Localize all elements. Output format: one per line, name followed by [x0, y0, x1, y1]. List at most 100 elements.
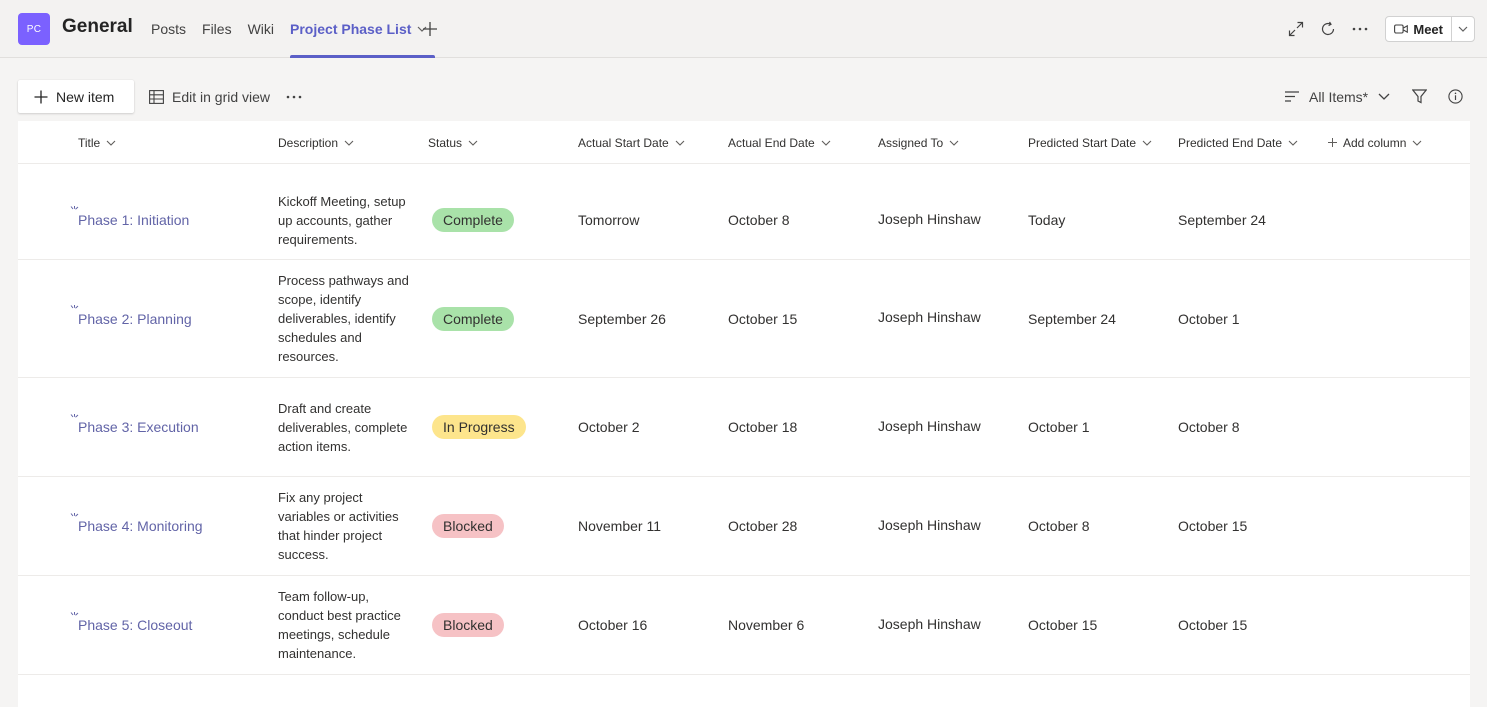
chevron-down-icon: [675, 140, 685, 146]
column-header-actual-end-date[interactable]: Actual End Date: [728, 121, 831, 164]
status-cell: Complete: [432, 260, 514, 377]
tab-label: Project Phase List: [290, 21, 412, 37]
team-avatar[interactable]: PC: [18, 13, 50, 45]
chevron-down-icon: [344, 140, 354, 146]
status-badge: Complete: [432, 208, 514, 232]
tab-project-phase-list[interactable]: Project Phase List: [282, 0, 436, 58]
table-row[interactable]: Phase 4: Monitoring Fix any project vari…: [18, 477, 1470, 576]
column-header-label: Predicted Start Date: [1028, 135, 1137, 150]
actual-end-date: November 6: [728, 617, 805, 633]
chevron-down-icon: [821, 140, 831, 146]
tab-label: Wiki: [247, 21, 275, 37]
item-description: Kickoff Meeting, setup up accounts, gath…: [278, 193, 406, 247]
chevron-down-icon: [949, 140, 959, 146]
predicted-end-date: October 1: [1178, 310, 1240, 327]
view-switcher[interactable]: All Items*: [1285, 80, 1390, 113]
item-description: Draft and create deliverables, complete …: [278, 400, 408, 454]
predicted-end-date: September 24: [1178, 212, 1266, 228]
channel-name: General: [62, 16, 133, 37]
column-header-label: Actual End Date: [728, 135, 815, 150]
actual-end-date: October 18: [728, 419, 798, 435]
item-description: Team follow-up, conduct best practice me…: [278, 589, 401, 661]
actual-start-date: Tomorrow: [578, 212, 640, 228]
tab-label: Files: [202, 21, 232, 37]
ellipsis-icon: [1353, 27, 1368, 31]
channel-tabs: Posts Files Wiki Project Phase List: [143, 0, 436, 58]
predicted-start-date: Today: [1028, 212, 1066, 228]
column-header-status[interactable]: Status: [428, 121, 478, 164]
meet-options-button[interactable]: [1451, 17, 1474, 41]
column-header-assigned-to[interactable]: Assigned To: [878, 121, 959, 164]
predicted-start-date: October 15: [1028, 617, 1098, 633]
item-description: Process pathways and scope, identify del…: [278, 273, 409, 364]
list-header: Title Description Status Actual Start Da…: [18, 121, 1470, 164]
column-header-predicted-end-date[interactable]: Predicted End Date: [1178, 121, 1298, 164]
meet-button-group: Meet: [1385, 16, 1475, 42]
chevron-down-icon: [1288, 140, 1298, 146]
add-tab-button[interactable]: [420, 19, 440, 39]
tab-posts[interactable]: Posts: [143, 0, 194, 58]
column-header-label: Actual Start Date: [578, 135, 669, 150]
header-actions: Meet: [1279, 14, 1475, 44]
item-title-link[interactable]: Phase 1: Initiation: [78, 181, 189, 259]
column-header-actual-start-date[interactable]: Actual Start Date: [578, 121, 685, 164]
item-title-link[interactable]: Phase 3: Execution: [78, 378, 199, 476]
app-header: PC General Posts Files Wiki Project Phas…: [0, 0, 1487, 58]
predicted-end-date: October 8: [1178, 419, 1240, 435]
video-camera-icon: [1394, 24, 1409, 34]
chevron-down-icon: [1378, 93, 1390, 100]
assigned-to: Joseph Hinshaw: [878, 417, 981, 434]
add-column-button[interactable]: Add column: [1328, 121, 1422, 164]
status-badge: Blocked: [432, 514, 504, 538]
actual-start-date: September 26: [578, 310, 666, 327]
more-options-button[interactable]: [1345, 14, 1375, 44]
refresh-icon: [1322, 21, 1335, 36]
table-row[interactable]: Phase 5: Closeout Team follow-up, conduc…: [18, 576, 1470, 675]
actual-start-date: October 16: [578, 617, 648, 633]
meet-button[interactable]: Meet: [1386, 17, 1451, 41]
column-header-label: Add column: [1343, 135, 1407, 150]
status-badge: In Progress: [432, 415, 526, 439]
predicted-start-date: October 8: [1028, 518, 1090, 534]
meet-label: Meet: [1413, 21, 1443, 37]
assigned-to: Joseph Hinshaw: [878, 210, 981, 227]
actual-start-date: October 2: [578, 419, 640, 435]
chevron-down-icon: [1142, 140, 1152, 146]
chevron-down-icon: [1458, 26, 1468, 32]
column-header-title[interactable]: Title: [78, 121, 116, 164]
refresh-button[interactable]: [1313, 14, 1343, 44]
tab-wiki[interactable]: Wiki: [240, 0, 282, 58]
column-header-label: Assigned To: [878, 135, 944, 150]
actual-start-date: November 11: [578, 518, 662, 534]
edit-grid-view-button[interactable]: Edit in grid view: [149, 80, 270, 113]
table-row[interactable]: Phase 1: Initiation Kickoff Meeting, set…: [18, 181, 1470, 260]
table-row[interactable]: Phase 2: Planning Process pathways and s…: [18, 260, 1470, 378]
filter-button[interactable]: [1409, 80, 1429, 113]
status-cell: In Progress: [432, 378, 526, 476]
plus-icon: [423, 22, 437, 36]
item-title-link[interactable]: Phase 2: Planning: [78, 260, 192, 377]
column-header-description[interactable]: Description: [278, 121, 354, 164]
predicted-start-date: September 24: [1028, 310, 1116, 327]
expand-button[interactable]: [1281, 14, 1311, 44]
more-commands-button[interactable]: [282, 80, 306, 113]
view-lines-icon: [1285, 91, 1299, 102]
tab-files[interactable]: Files: [194, 0, 240, 58]
item-title-link[interactable]: Phase 5: Closeout: [78, 576, 192, 674]
table-row[interactable]: Phase 3: Execution Draft and create deli…: [18, 378, 1470, 477]
command-bar: New item Edit in grid view All Items*: [18, 80, 1470, 114]
column-header-label: Status: [428, 135, 463, 150]
status-cell: Blocked: [432, 477, 504, 575]
filter-icon: [1411, 89, 1427, 104]
new-item-label: New item: [56, 88, 115, 105]
info-button[interactable]: [1445, 80, 1465, 113]
column-header-predicted-start-date[interactable]: Predicted Start Date: [1028, 121, 1152, 164]
plus-icon: [34, 90, 48, 103]
chevron-down-icon: [1412, 140, 1422, 146]
status-cell: Blocked: [432, 576, 504, 674]
predicted-end-date: October 15: [1178, 518, 1248, 534]
predicted-end-date: October 15: [1178, 617, 1248, 633]
item-title-link[interactable]: Phase 4: Monitoring: [78, 477, 203, 575]
view-label: All Items*: [1309, 88, 1369, 105]
new-item-button[interactable]: New item: [18, 80, 134, 113]
